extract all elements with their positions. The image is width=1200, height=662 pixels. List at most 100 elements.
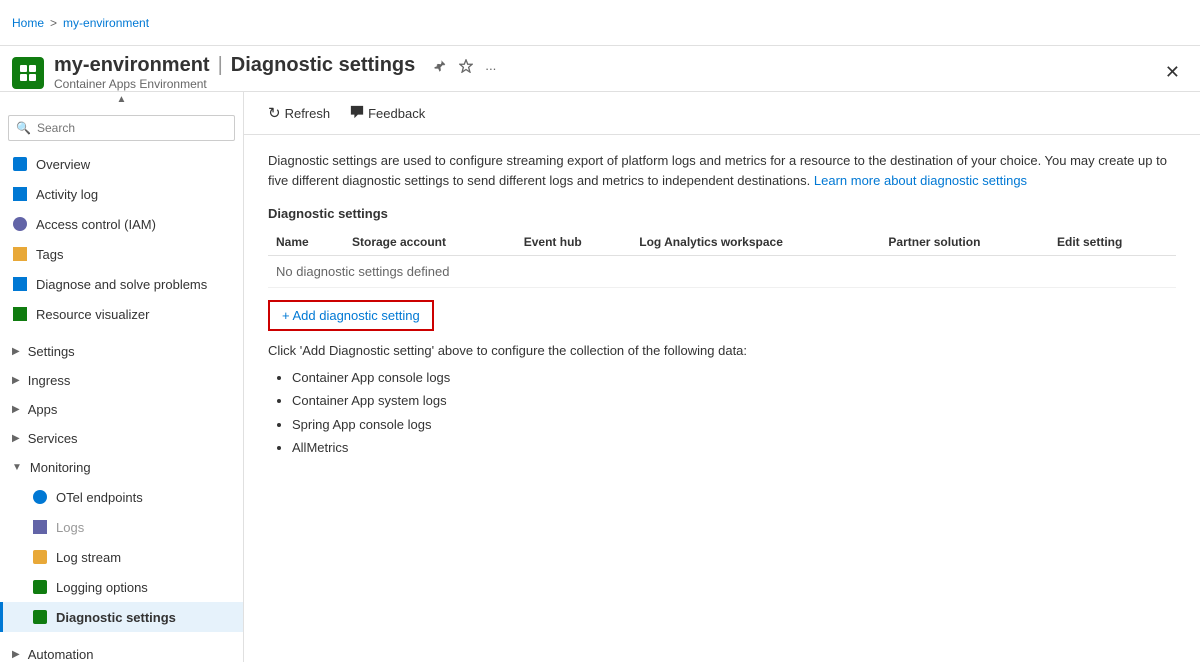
list-item: Container App system logs	[292, 389, 1176, 412]
otel-icon	[32, 489, 48, 505]
sidebar-label-logs: Logs	[56, 520, 84, 535]
diagnose-icon	[12, 276, 28, 292]
monitoring-chevron: ▼	[12, 462, 22, 473]
sidebar-label-monitoring: Monitoring	[30, 460, 91, 475]
sidebar-item-settings[interactable]: ▶ Settings	[0, 337, 243, 366]
logs-icon	[32, 519, 48, 535]
breadcrumb-current[interactable]: my-environment	[63, 16, 149, 30]
search-icon: 🔍	[16, 121, 31, 135]
sidebar-label-automation: Automation	[28, 647, 94, 662]
sidebar: ▲ 🔍 Overview Activity log Access control…	[0, 92, 244, 662]
table-row-empty: No diagnostic settings defined	[268, 256, 1176, 288]
resource-name: my-environment	[54, 54, 210, 77]
close-button[interactable]: ✕	[1157, 58, 1188, 87]
col-storage: Storage account	[344, 229, 516, 256]
refresh-icon: ↻	[268, 104, 281, 122]
sidebar-item-apps[interactable]: ▶ Apps	[0, 395, 243, 424]
sidebar-item-logging-options[interactable]: Logging options	[0, 572, 243, 602]
add-setting-label: + Add diagnostic setting	[282, 308, 420, 323]
sidebar-item-automation[interactable]: ▶ Automation	[0, 640, 243, 662]
scroll-up-arrow[interactable]: ▲	[0, 92, 243, 107]
visualizer-icon	[12, 306, 28, 322]
search-input[interactable]	[8, 115, 235, 141]
sidebar-label-diagnose: Diagnose and solve problems	[36, 277, 207, 292]
list-item: AllMetrics	[292, 436, 1176, 459]
logging-icon	[32, 579, 48, 595]
activity-log-icon	[12, 186, 28, 202]
sidebar-label-otel: OTel endpoints	[56, 490, 143, 505]
add-diagnostic-setting-button[interactable]: + Add diagnostic setting	[268, 300, 434, 331]
favorite-button[interactable]	[457, 57, 475, 75]
resource-subtitle: Container Apps Environment	[54, 77, 1157, 91]
list-item: Container App console logs	[292, 366, 1176, 389]
sidebar-item-diagnose[interactable]: Diagnose and solve problems	[0, 269, 243, 299]
sidebar-label-ingress: Ingress	[28, 373, 71, 388]
settings-chevron: ▶	[12, 346, 20, 357]
sidebar-item-tags[interactable]: Tags	[0, 239, 243, 269]
ingress-chevron: ▶	[12, 375, 20, 386]
diagnostic-icon	[32, 609, 48, 625]
services-chevron: ▶	[12, 433, 20, 444]
overview-icon	[12, 156, 28, 172]
apps-chevron: ▶	[12, 404, 20, 415]
sidebar-search-section: 🔍	[0, 107, 243, 149]
iam-icon	[12, 216, 28, 232]
sidebar-label-logging-options: Logging options	[56, 580, 148, 595]
description-text: Diagnostic settings are used to configur…	[268, 151, 1168, 190]
logstream-icon	[32, 549, 48, 565]
col-partner: Partner solution	[880, 229, 1049, 256]
sidebar-item-logs[interactable]: Logs	[0, 512, 243, 542]
refresh-label: Refresh	[285, 106, 331, 121]
sidebar-label-apps: Apps	[28, 402, 58, 417]
col-log-analytics: Log Analytics workspace	[631, 229, 880, 256]
sidebar-item-logstream[interactable]: Log stream	[0, 542, 243, 572]
sidebar-label-settings: Settings	[28, 344, 75, 359]
learn-more-link[interactable]: Learn more about diagnostic settings	[814, 173, 1027, 188]
resource-icon	[12, 57, 44, 89]
resource-title-block: my-environment | Diagnostic settings ...…	[54, 54, 1157, 91]
content-body: Diagnostic settings are used to configur…	[244, 135, 1200, 662]
sidebar-label-services: Services	[28, 431, 78, 446]
sidebar-item-monitoring[interactable]: ▼ Monitoring	[0, 453, 243, 482]
feedback-button[interactable]: Feedback	[342, 101, 433, 126]
refresh-button[interactable]: ↻ Refresh	[260, 100, 338, 126]
sidebar-item-diagnostic-settings[interactable]: Diagnostic settings	[0, 602, 243, 632]
sidebar-label-iam: Access control (IAM)	[36, 217, 156, 232]
toolbar: ↻ Refresh Feedback	[244, 92, 1200, 135]
page-name: Diagnostic settings	[231, 54, 415, 77]
automation-chevron: ▶	[12, 649, 20, 660]
col-edit: Edit setting	[1049, 229, 1176, 256]
feedback-label: Feedback	[368, 106, 425, 121]
diagnostic-table: Name Storage account Event hub Log Analy…	[268, 229, 1176, 288]
col-name: Name	[268, 229, 344, 256]
title-separator: |	[218, 54, 223, 77]
sidebar-label-activity-log: Activity log	[36, 187, 98, 202]
tags-icon	[12, 246, 28, 262]
sidebar-item-visualizer[interactable]: Resource visualizer	[0, 299, 243, 329]
feedback-icon	[350, 105, 364, 122]
sidebar-item-overview[interactable]: Overview	[0, 149, 243, 179]
pin-button[interactable]	[431, 57, 449, 75]
sidebar-label-visualizer: Resource visualizer	[36, 307, 149, 322]
section-title: Diagnostic settings	[268, 206, 1176, 221]
no-data-cell: No diagnostic settings defined	[268, 256, 1176, 288]
sidebar-item-services[interactable]: ▶ Services	[0, 424, 243, 453]
list-item: Spring App console logs	[292, 413, 1176, 436]
sidebar-label-tags: Tags	[36, 247, 63, 262]
sidebar-label-diagnostic-settings: Diagnostic settings	[56, 610, 176, 625]
breadcrumb-home[interactable]: Home	[12, 16, 44, 30]
sidebar-item-activity-log[interactable]: Activity log	[0, 179, 243, 209]
info-text: Click 'Add Diagnostic setting' above to …	[268, 343, 1176, 358]
content-area: ↻ Refresh Feedback Diagnostic settings a…	[244, 92, 1200, 662]
page-title: my-environment | Diagnostic settings ...	[54, 54, 1157, 77]
breadcrumb-sep: >	[50, 16, 57, 30]
sidebar-label-logstream: Log stream	[56, 550, 121, 565]
sidebar-item-otel[interactable]: OTel endpoints	[0, 482, 243, 512]
more-button[interactable]: ...	[483, 56, 498, 75]
sidebar-item-ingress[interactable]: ▶ Ingress	[0, 366, 243, 395]
sidebar-item-iam[interactable]: Access control (IAM)	[0, 209, 243, 239]
breadcrumb: Home > my-environment	[12, 16, 149, 30]
col-eventhub: Event hub	[516, 229, 632, 256]
sidebar-label-overview: Overview	[36, 157, 90, 172]
bullet-list: Container App console logs Container App…	[268, 366, 1176, 460]
